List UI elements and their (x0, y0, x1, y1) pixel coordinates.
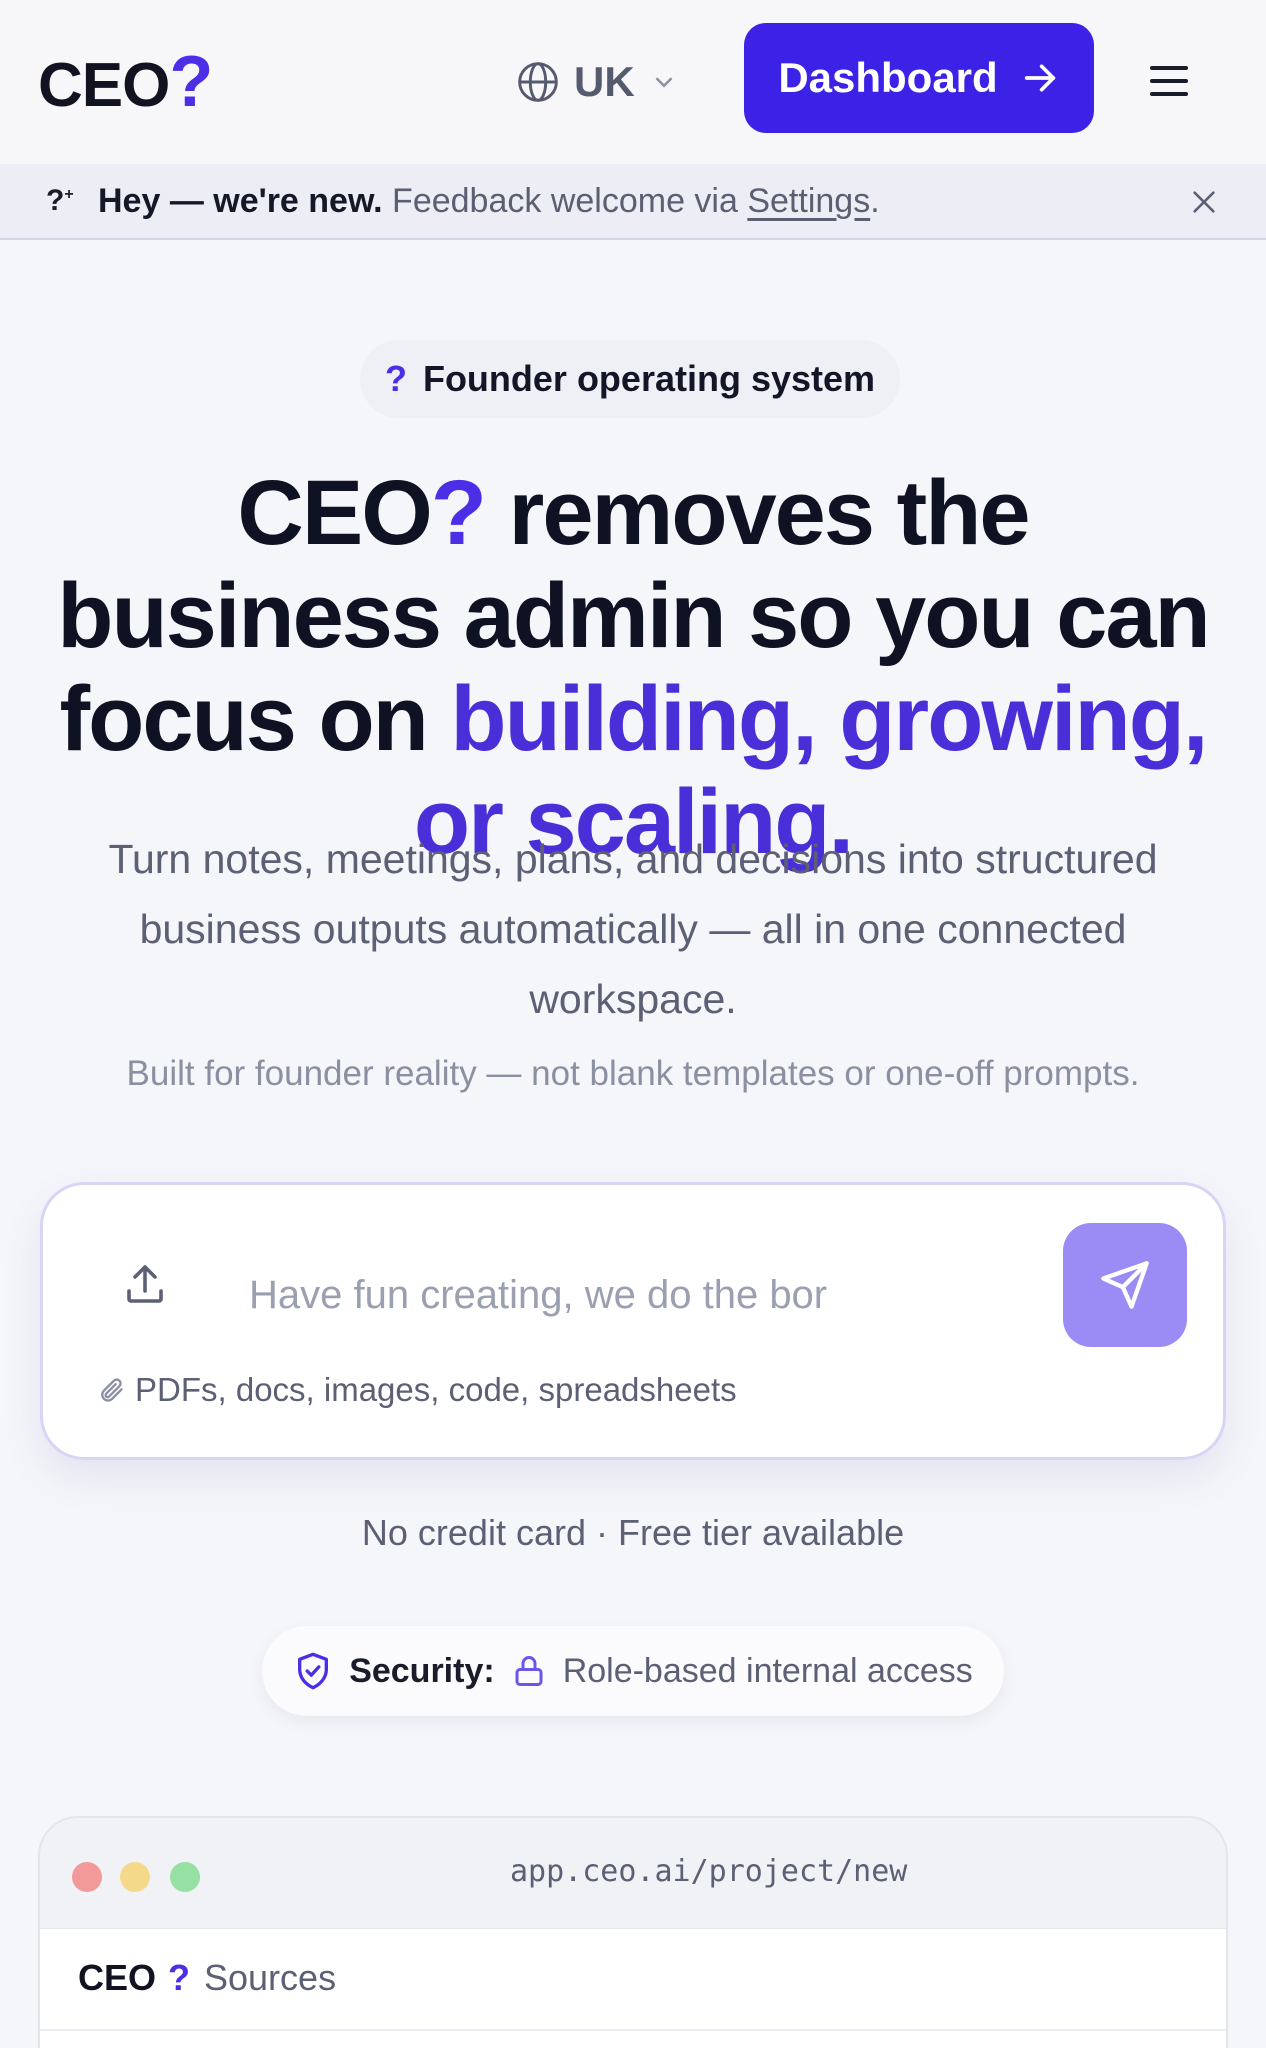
hero-headline: CEO? removes the business admin so you c… (40, 462, 1226, 874)
hero-badge: ? Founder operating system (360, 340, 900, 418)
banner-message: Hey — we're new. Feedback welcome via Se… (98, 182, 880, 221)
hamburger-menu-icon[interactable] (1150, 56, 1200, 106)
banner-text: Feedback welcome via (382, 182, 748, 220)
question-spark-icon: ?+ (46, 184, 74, 217)
send-icon (1101, 1261, 1149, 1309)
upload-icon[interactable] (121, 1261, 169, 1309)
banner-strong: Hey — we're new. (98, 182, 383, 220)
security-label: Security: (349, 1651, 495, 1690)
hero-subtitle: Turn notes, meetings, plans, and decisio… (108, 836, 1158, 1022)
window-close-dot (72, 1862, 102, 1892)
preview-brand: CEO? (78, 1957, 190, 1999)
lock-icon (515, 1656, 543, 1686)
divider (40, 2029, 1226, 2031)
dashboard-label: Dashboard (778, 54, 998, 101)
logo[interactable]: CEO? (38, 46, 213, 122)
logo-mark: ? (169, 42, 213, 122)
top-nav: CEO? UK Dashboard (0, 0, 1266, 164)
dashboard-button[interactable]: Dashboard (744, 23, 1094, 133)
close-icon[interactable] (1190, 188, 1218, 216)
badge-mark: ? (384, 358, 407, 399)
headline-mark: ? (430, 462, 487, 564)
language-selector[interactable]: UK (516, 54, 679, 110)
prompt-input[interactable] (249, 1265, 829, 1325)
send-button[interactable] (1063, 1223, 1187, 1347)
badge-text: Founder operating system (422, 358, 876, 399)
attachment-hint: PDFs, docs, images, code, spreadsheets (97, 1371, 737, 1409)
shield-check-icon (298, 1652, 329, 1690)
announcement-banner: ?+ Hey — we're new. Feedback welcome via… (0, 164, 1266, 240)
tab-sources[interactable]: Sources (204, 1957, 336, 1999)
arrow-right-icon (1024, 64, 1055, 92)
security-pill: Security: Role-based internal access (262, 1626, 1004, 1716)
globe-icon (518, 62, 558, 102)
hero-tagline: Built for founder reality — not blank te… (126, 1054, 1140, 1093)
paperclip-icon (101, 1378, 123, 1402)
pricing-note: No credit card · Free tier available (361, 1512, 905, 1553)
preview-brand-text: CEO (78, 1957, 157, 1998)
window-minimize-dot (120, 1862, 150, 1892)
prompt-composer: PDFs, docs, images, code, spreadsheets (40, 1182, 1226, 1460)
attachment-text: PDFs, docs, images, code, spreadsheets (135, 1371, 737, 1408)
logo-text: CEO (38, 51, 170, 120)
window-maximize-dot (170, 1862, 200, 1892)
preview-url: app.ceo.ai/project/new (510, 1854, 908, 1889)
app-preview-window: app.ceo.ai/project/new CEO? Sources (38, 1816, 1228, 2048)
banner-end: . (870, 182, 880, 220)
settings-link[interactable]: Settings (747, 182, 870, 220)
chevron-down-icon (655, 77, 673, 88)
preview-brand-mark: ? (168, 1957, 191, 1998)
preview-app-header: CEO? Sources (40, 1928, 1226, 2048)
security-value: Role-based internal access (562, 1651, 973, 1690)
headline-brand: CEO (237, 462, 432, 564)
language-label: UK (574, 58, 635, 105)
